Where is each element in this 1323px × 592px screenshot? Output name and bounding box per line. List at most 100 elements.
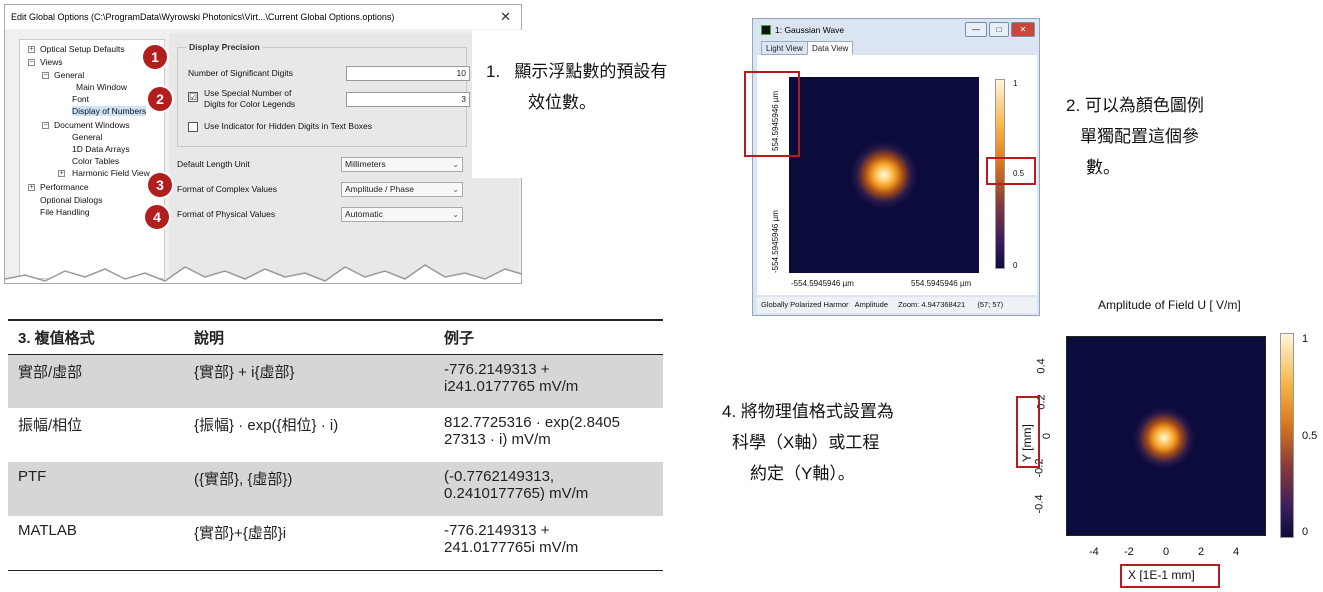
table-cell: 振幅/相位 bbox=[18, 417, 83, 434]
collapse-icon[interactable]: − bbox=[28, 59, 35, 66]
tree-item-color-tables[interactable]: Color Tables bbox=[72, 156, 119, 166]
length-unit-select[interactable]: Millimeters ⌄ bbox=[341, 157, 463, 172]
special-digits-label-2: Digits for Color Legends bbox=[204, 99, 296, 109]
group-title: Display Precision bbox=[186, 42, 263, 52]
table-cell: 812.7725316 · exp(2.8405 27313 · i) mV/m bbox=[444, 414, 620, 448]
x-tick-2: 2 bbox=[1198, 546, 1205, 558]
x-right-label: 554.5945946 µm bbox=[911, 279, 972, 288]
annotation-2-line1: 2. 可以為顏色圖例 bbox=[1066, 96, 1204, 115]
x-tick-4: 4 bbox=[1233, 546, 1240, 558]
tree-item-harmonic-field-view[interactable]: Harmonic Field View bbox=[72, 168, 150, 178]
y-tick-0: 0 bbox=[1041, 432, 1054, 440]
table-cell: (-0.7762149313, 0.2410177765) mV/m bbox=[434, 462, 663, 516]
global-options-dialog: Edit Global Options (C:\ProgramData\Wyro… bbox=[4, 4, 522, 284]
close-icon[interactable]: ✕ bbox=[500, 9, 511, 25]
y-bottom-label: -554.5945946 µm bbox=[771, 210, 780, 273]
table-row: 振幅/相位 {振幅} · exp({相位} · i) 812.7725316 ·… bbox=[8, 408, 663, 462]
tab-light-view[interactable]: Light View bbox=[761, 41, 808, 55]
status-bar: Globally Polarized Harmor Amplitude Zoom… bbox=[757, 297, 1037, 313]
x-tick-0: 0 bbox=[1163, 546, 1170, 558]
annotation-4-line1: 4. 將物理值格式設置為 bbox=[722, 402, 894, 421]
table-header-example: 例子 bbox=[434, 319, 663, 355]
annotation-2-line2: 單獨配置這個參 bbox=[1080, 127, 1199, 146]
physical-format-value: Automatic bbox=[345, 209, 383, 219]
amplitude-spot bbox=[1067, 337, 1265, 535]
callout-badge-1: 1 bbox=[143, 45, 167, 69]
y-tick-0-4: 0.4 bbox=[1035, 358, 1048, 374]
tree-item-font[interactable]: Font bbox=[72, 94, 89, 104]
complex-format-select[interactable]: Amplitude / Phase ⌄ bbox=[341, 182, 463, 197]
acbar-tick-0: 0 bbox=[1302, 526, 1309, 538]
amplitude-plot-title: Amplitude of Field U [ V/m] bbox=[1098, 298, 1241, 312]
table-cell: ({實部}, {虛部}) bbox=[184, 462, 434, 516]
sig-digits-label: Number of Significant Digits bbox=[188, 68, 293, 78]
table-cell: {實部} + i{虛部} bbox=[184, 354, 434, 408]
annotation-2-line3: 數。 bbox=[1086, 158, 1120, 177]
expand-icon[interactable]: + bbox=[28, 184, 35, 191]
expand-icon[interactable]: + bbox=[58, 170, 65, 177]
maximize-button[interactable]: □ bbox=[989, 22, 1009, 37]
collapse-icon[interactable]: − bbox=[42, 72, 49, 79]
table-header-description: 說明 bbox=[184, 319, 434, 355]
torn-edge bbox=[5, 264, 521, 283]
amplitude-color-legend bbox=[1280, 333, 1294, 538]
close-button[interactable]: ✕ bbox=[1011, 22, 1035, 37]
indicator-checkbox[interactable] bbox=[188, 122, 198, 132]
table-cell: {實部}+{虛部}i bbox=[184, 516, 434, 571]
tree-item-optional-dialogs[interactable]: Optional Dialogs bbox=[40, 195, 102, 205]
tab-data-view[interactable]: Data View bbox=[807, 41, 854, 55]
annotation-4-line3: 約定（Y軸）。 bbox=[750, 464, 855, 483]
table-header-format: 3. 複值格式 bbox=[8, 319, 184, 355]
annotation-1: 1. 顯示浮點數的預設有 效位數。 bbox=[486, 56, 667, 118]
cbar-tick-0: 0 bbox=[1013, 261, 1018, 270]
tree-item-views[interactable]: Views bbox=[40, 57, 63, 67]
annotation-2: 2. 可以為顏色圖例 單獨配置這個參 數。 bbox=[1066, 90, 1204, 183]
table-row: 實部/虛部 {實部} + i{虛部} -776.2149313 + i241.0… bbox=[8, 354, 663, 408]
callout-badge-4: 4 bbox=[145, 205, 169, 229]
chevron-down-icon: ⌄ bbox=[452, 185, 459, 194]
table-cell: {振幅} · exp({相位} · i) bbox=[194, 417, 339, 434]
acbar-tick-0-5: 0.5 bbox=[1302, 430, 1318, 442]
annotation-1-line1: 1. 顯示浮點數的預設有 bbox=[486, 62, 668, 81]
highlight-y-label-box bbox=[744, 71, 800, 157]
annotation-4-line2: 科學（X軸）或工程 bbox=[732, 433, 880, 452]
tree-item-display-of-numbers[interactable]: Display of Numbers bbox=[72, 106, 147, 116]
tree-item-performance[interactable]: Performance bbox=[40, 182, 89, 192]
annotation-1-line2: 效位數。 bbox=[528, 93, 596, 112]
acbar-tick-1: 1 bbox=[1302, 333, 1309, 345]
collapse-icon[interactable]: − bbox=[42, 122, 49, 129]
table-cell: MATLAB bbox=[8, 516, 184, 571]
tree-item-main-window[interactable]: Main Window bbox=[76, 82, 127, 92]
tree-item-document-windows[interactable]: Document Windows bbox=[54, 120, 130, 130]
expand-icon[interactable]: + bbox=[28, 46, 35, 53]
table-cell: -776.2149313 + i241.0177765 mV/m bbox=[434, 354, 663, 408]
tree-item-1d-data-arrays[interactable]: 1D Data Arrays bbox=[72, 144, 130, 154]
y-axis-label: Y [mm] bbox=[1020, 424, 1034, 462]
y-tick-neg-0-4: -0.4 bbox=[1033, 494, 1046, 514]
tree-item-general-2[interactable]: General bbox=[72, 132, 102, 142]
indicator-label: Use Indicator for Hidden Digits in Text … bbox=[204, 121, 373, 131]
complex-format-label: Format of Complex Values bbox=[177, 184, 277, 194]
tree-item-optical-setup-defaults[interactable]: Optical Setup Defaults bbox=[40, 44, 125, 54]
tree-item-general[interactable]: General bbox=[54, 70, 84, 80]
special-digits-checkbox[interactable]: ☑ bbox=[188, 92, 198, 102]
minimize-button[interactable]: — bbox=[965, 22, 987, 37]
length-unit-value: Millimeters bbox=[345, 159, 386, 169]
special-digits-input[interactable]: 3 bbox=[346, 92, 470, 107]
x-axis-label: X [1E-1 mm] bbox=[1128, 568, 1195, 582]
chevron-down-icon: ⌄ bbox=[452, 160, 459, 169]
table-cell: -776.2149313 + 241.0177765i mV/m bbox=[434, 516, 663, 571]
table-row: PTF ({實部}, {虛部}) (-0.7762149313, 0.24101… bbox=[8, 462, 663, 516]
physical-format-select[interactable]: Automatic ⌄ bbox=[341, 207, 463, 222]
length-unit-label: Default Length Unit bbox=[177, 159, 250, 169]
status-field-quantity: Amplitude bbox=[854, 300, 888, 309]
amplitude-heatmap bbox=[1066, 336, 1266, 536]
gaussian-field-map bbox=[789, 77, 979, 273]
tree-item-file-handling[interactable]: File Handling bbox=[40, 207, 90, 217]
highlight-cbar-box bbox=[986, 157, 1036, 185]
table-cell: PTF bbox=[8, 462, 184, 516]
options-panel: Display Precision Number of Significant … bbox=[169, 33, 519, 283]
sig-digits-input[interactable]: 10 bbox=[346, 66, 470, 81]
x-left-label: -554.5945946 µm bbox=[791, 279, 854, 288]
table-cell: 實部/虛部 bbox=[8, 354, 184, 408]
